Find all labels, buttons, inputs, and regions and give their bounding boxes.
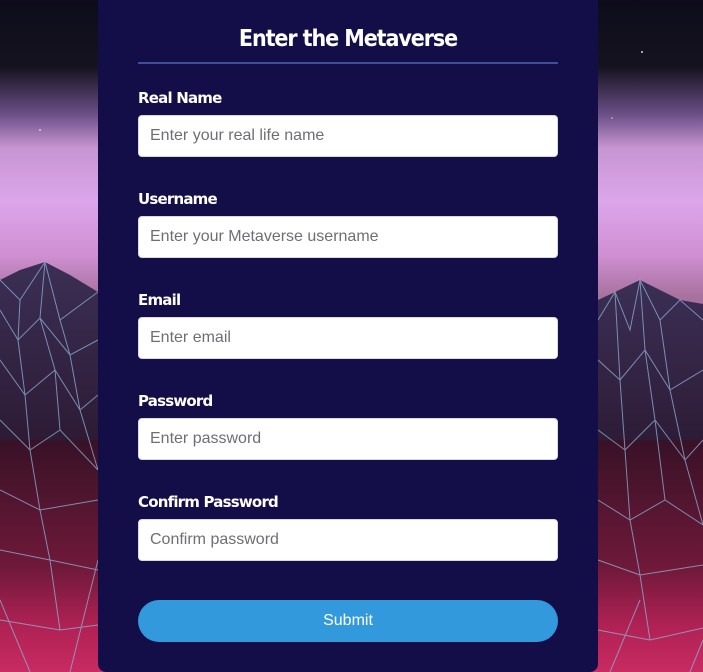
- real-name-label: Real Name: [138, 89, 222, 107]
- username-input[interactable]: [138, 216, 558, 258]
- email-field-group: Email: [138, 289, 558, 359]
- confirm-password-input[interactable]: [138, 519, 558, 561]
- email-label: Email: [138, 291, 181, 309]
- real-name-field-group: Real Name: [138, 87, 558, 157]
- username-field-group: Username: [138, 188, 558, 258]
- submit-button[interactable]: Submit: [138, 600, 558, 642]
- real-name-input[interactable]: [138, 115, 558, 157]
- password-input[interactable]: [138, 418, 558, 460]
- username-label: Username: [138, 190, 218, 208]
- confirm-password-label: Confirm Password: [138, 493, 279, 511]
- signup-panel: Enter the Metaverse Real Name Username E…: [98, 0, 598, 672]
- page-title: Enter the Metaverse: [238, 26, 458, 52]
- email-input[interactable]: [138, 317, 558, 359]
- title-divider: [138, 62, 558, 64]
- password-label: Password: [138, 392, 213, 410]
- password-field-group: Password: [138, 390, 558, 460]
- confirm-password-field-group: Confirm Password: [138, 491, 558, 561]
